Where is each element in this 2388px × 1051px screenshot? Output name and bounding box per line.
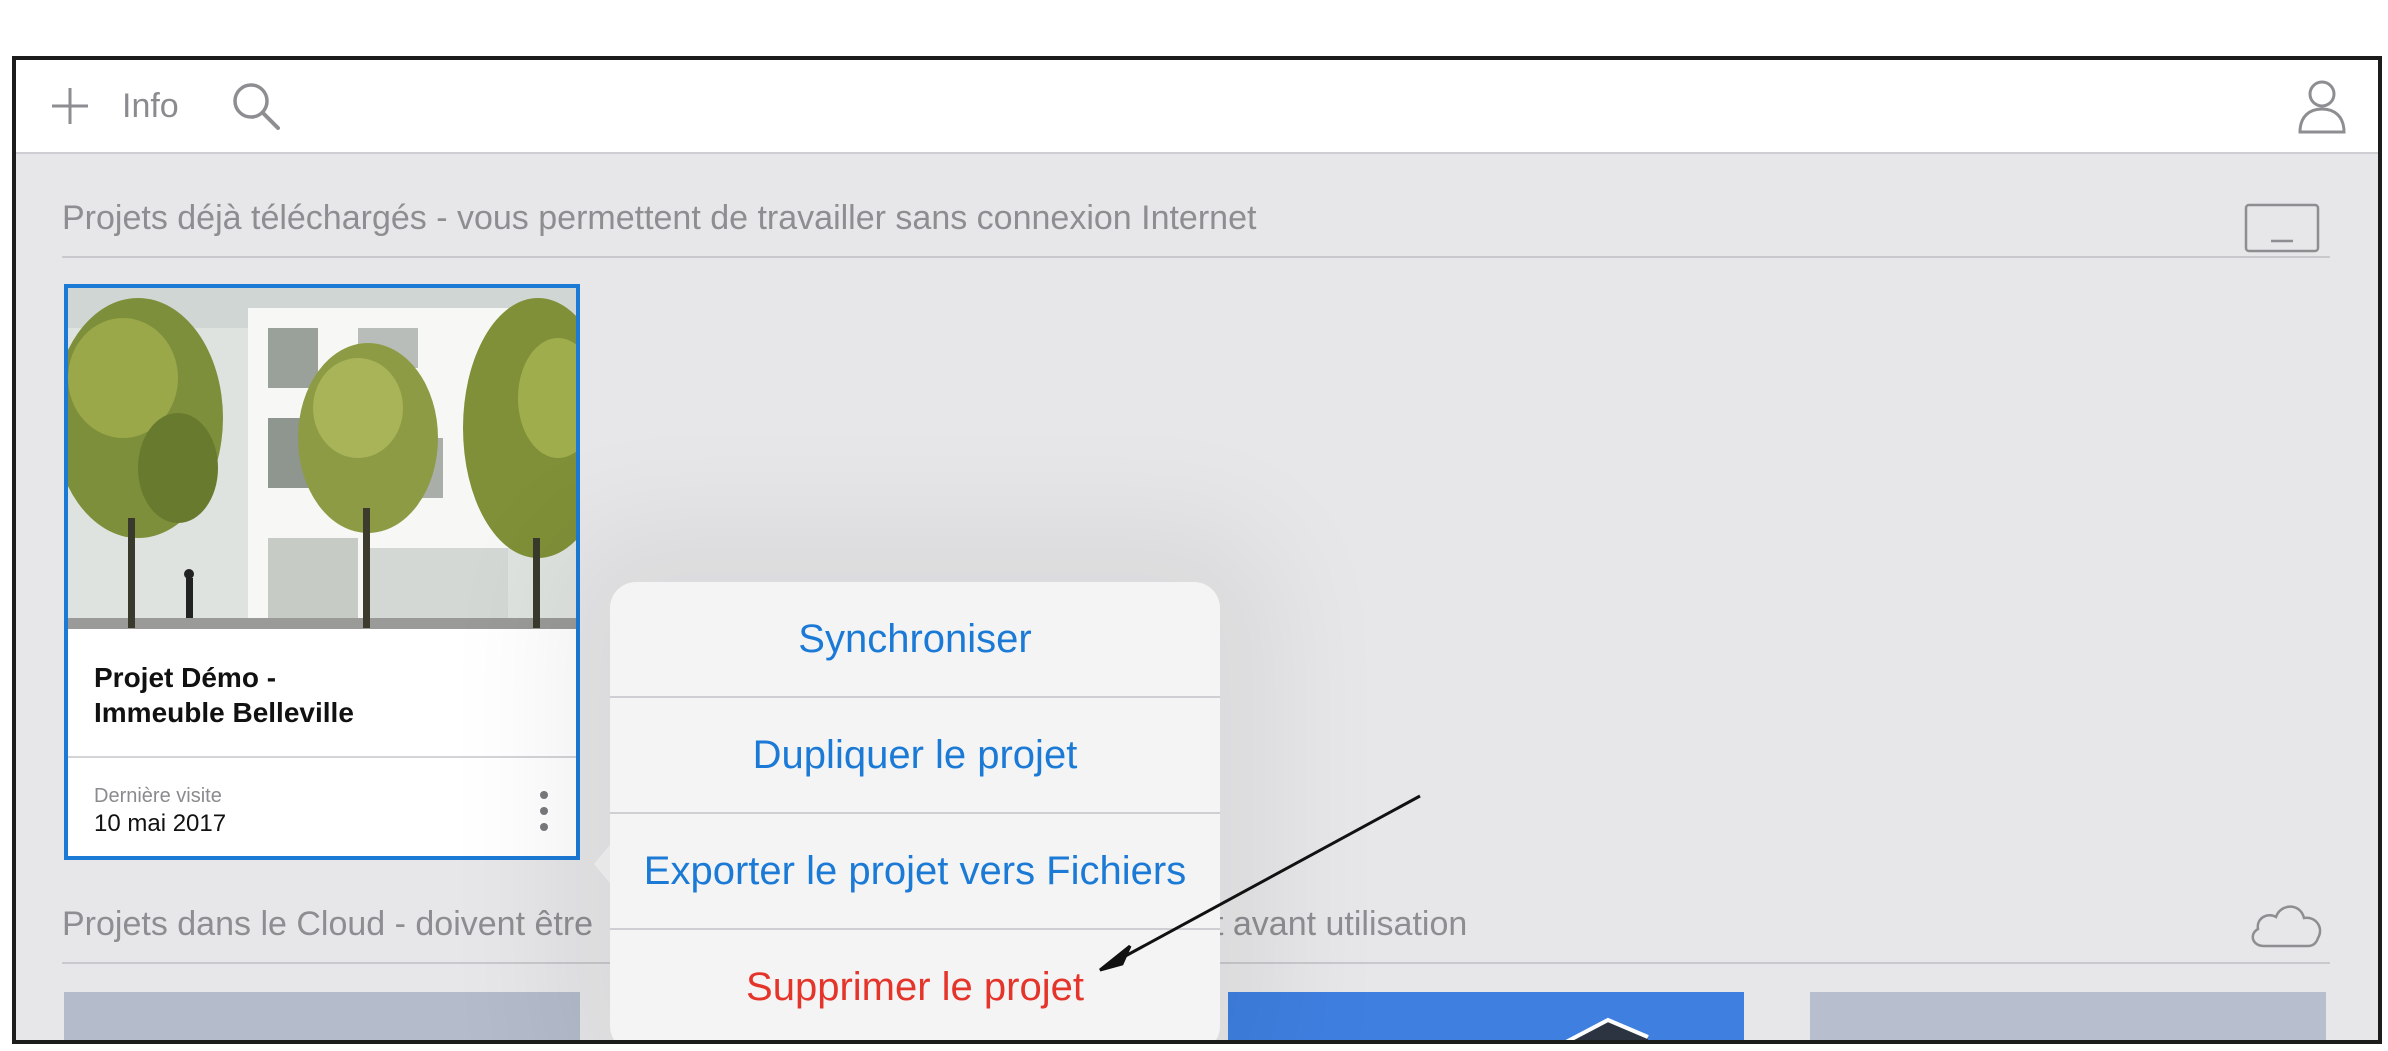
- cloud-project-card[interactable]: [1228, 992, 1744, 1040]
- cloud-section-title-right: t avant utilisation: [1214, 905, 1468, 943]
- menu-item-export[interactable]: Exporter le projet vers Fichiers: [610, 814, 1220, 928]
- cloud-section-title-left: Projets dans le Cloud - doivent être: [62, 905, 594, 943]
- project-thumbnail: [68, 288, 576, 629]
- app-window: Info Projets déjà téléchargés - vous per…: [12, 56, 2382, 1044]
- last-visit-label: Dernière visite: [94, 785, 222, 807]
- card-divider: [68, 756, 576, 758]
- info-button[interactable]: Info: [122, 82, 179, 130]
- cloud-project-card[interactable]: [64, 992, 580, 1040]
- project-card[interactable]: Projet Démo - Immeuble Belleville Derniè…: [64, 284, 580, 860]
- cloud-project-card[interactable]: [1810, 992, 2326, 1040]
- user-icon[interactable]: [2296, 76, 2348, 136]
- menu-item-synchronize[interactable]: Synchroniser: [610, 582, 1220, 696]
- menu-item-delete[interactable]: Supprimer le projet: [610, 930, 1220, 1040]
- last-visit-date: 10 mai 2017: [94, 810, 227, 837]
- project-title-line1: Projet Démo -: [94, 662, 277, 693]
- plus-icon[interactable]: [46, 82, 94, 130]
- project-title: Projet Démo - Immeuble Belleville: [94, 660, 534, 730]
- project-title-line2: Immeuble Belleville: [94, 697, 354, 728]
- laptop-icon: [2244, 203, 2320, 253]
- downloaded-section-title: Projets déjà téléchargés - vous permette…: [62, 199, 1257, 237]
- more-options-icon[interactable]: [534, 788, 554, 834]
- search-icon[interactable]: [228, 78, 284, 134]
- menu-item-duplicate[interactable]: Dupliquer le projet: [610, 698, 1220, 812]
- section-divider: [62, 256, 2330, 258]
- cloud-project-thumbnail: [1565, 1017, 1649, 1040]
- project-context-menu: Synchroniser Dupliquer le projet Exporte…: [610, 582, 1220, 1040]
- top-toolbar: Info: [16, 60, 2378, 154]
- cloud-icon: [2251, 905, 2322, 948]
